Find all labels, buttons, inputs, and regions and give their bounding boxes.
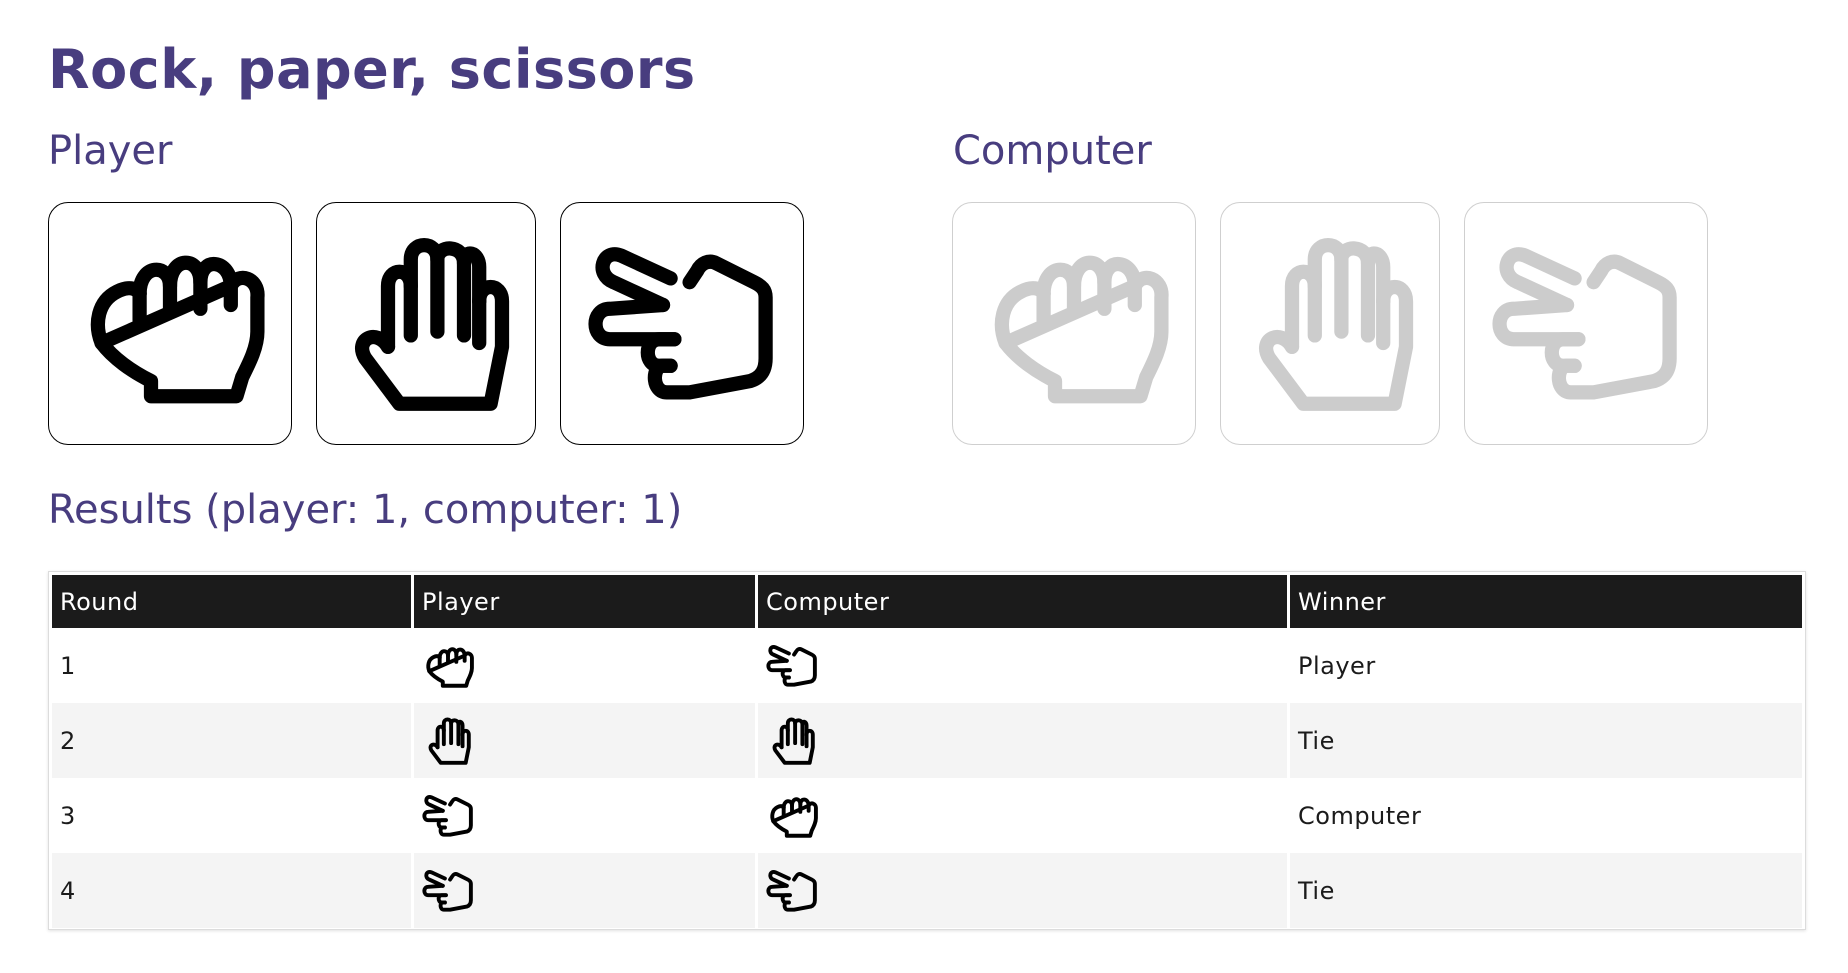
player-scissors-button[interactable]: [560, 202, 804, 445]
hand-paper-icon: [422, 715, 747, 767]
column-header-player: Player: [414, 575, 755, 628]
hand-scissors-icon: [587, 229, 777, 419]
computer-scissors-button: [1464, 202, 1708, 445]
player-move-cell: [414, 778, 755, 853]
computer-heading: Computer: [953, 128, 1152, 174]
computer-move-cell: [758, 628, 1287, 703]
hand-rock-icon: [75, 229, 265, 419]
hand-scissors-icon-graphic: [422, 794, 473, 837]
winner-cell: Computer: [1290, 778, 1802, 853]
column-header-winner: Winner: [1290, 575, 1802, 628]
winner-cell: Tie: [1290, 853, 1802, 928]
player-heading: Player: [48, 128, 173, 174]
results-heading: Results (player: 1, computer: 1): [48, 487, 683, 533]
column-header-computer: Computer: [758, 575, 1287, 628]
hand-paper-icon-graphic: [428, 717, 471, 765]
computer-move-cell: [758, 853, 1287, 928]
table-header-row: Round Player Computer Winner: [52, 575, 1802, 628]
hand-scissors-icon-graphic: [1492, 246, 1677, 400]
computer-rock-button: [952, 202, 1196, 445]
hand-paper-icon-graphic: [355, 237, 510, 411]
table-row: 1 Player: [52, 628, 1802, 703]
hand-rock-icon-graphic: [426, 646, 474, 688]
hand-rock-icon-graphic: [90, 255, 265, 403]
hand-scissors-icon: [1491, 229, 1681, 419]
results-table-container: Round Player Computer Winner 1 Player 2: [48, 571, 1806, 930]
hand-rock-icon-graphic: [770, 796, 818, 838]
round-cell: 3: [52, 778, 411, 853]
hand-scissors-icon: [766, 640, 1279, 692]
table-row: 4 Tie: [52, 853, 1802, 928]
round-cell: 1: [52, 628, 411, 703]
hand-paper-icon: [766, 715, 1279, 767]
winner-cell: Player: [1290, 628, 1802, 703]
hand-rock-icon: [979, 229, 1169, 419]
hand-rock-icon: [766, 790, 1279, 842]
results-table: Round Player Computer Winner 1 Player 2: [49, 575, 1805, 928]
winner-cell: Tie: [1290, 703, 1802, 778]
hand-paper-icon-graphic: [1259, 237, 1414, 411]
hand-scissors-icon: [422, 790, 747, 842]
page-title: Rock, paper, scissors: [48, 38, 696, 101]
computer-move-cell: [758, 703, 1287, 778]
hand-scissors-icon: [422, 865, 747, 917]
player-move-cell: [414, 703, 755, 778]
table-row: 2 Tie: [52, 703, 1802, 778]
hand-scissors-icon-graphic: [588, 246, 773, 400]
hand-scissors-icon: [766, 865, 1279, 917]
player-rock-button[interactable]: [48, 202, 292, 445]
hand-scissors-icon-graphic: [766, 644, 817, 687]
hand-paper-icon: [1235, 229, 1425, 419]
player-move-cell: [414, 853, 755, 928]
player-move-cell: [414, 628, 755, 703]
hand-scissors-icon-graphic: [766, 869, 817, 912]
hand-scissors-icon-graphic: [422, 869, 473, 912]
round-cell: 4: [52, 853, 411, 928]
computer-paper-button: [1220, 202, 1440, 445]
player-paper-button[interactable]: [316, 202, 536, 445]
computer-move-cell: [758, 778, 1287, 853]
hand-rock-icon-graphic: [994, 255, 1169, 403]
round-cell: 2: [52, 703, 411, 778]
hand-paper-icon: [331, 229, 521, 419]
table-row: 3 Computer: [52, 778, 1802, 853]
hand-paper-icon-graphic: [772, 717, 815, 765]
hand-rock-icon: [422, 640, 747, 692]
page: Rock, paper, scissors Player Computer Re…: [0, 0, 1848, 973]
column-header-round: Round: [52, 575, 411, 628]
